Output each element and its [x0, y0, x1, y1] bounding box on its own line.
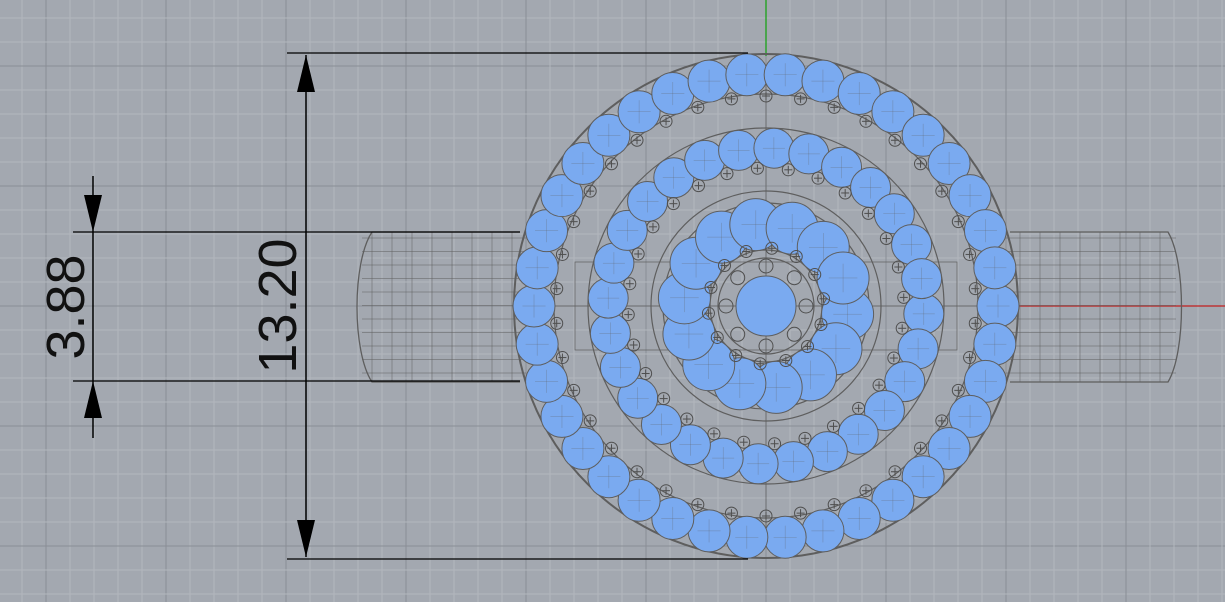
arrowhead-up	[297, 55, 315, 92]
dimension-text-13-20: 13.20	[248, 238, 308, 373]
center-gemstone	[735, 275, 797, 337]
prong-circle	[730, 326, 746, 342]
arrowhead-up	[84, 381, 102, 418]
arrowhead-down	[84, 195, 102, 232]
prong-circle	[786, 270, 802, 286]
rhino-top-viewport[interactable]: 13.20 3.88	[0, 0, 1225, 602]
arrowhead-down	[297, 520, 315, 557]
prong-circle	[730, 270, 746, 286]
dimension-text-3-88: 3.88	[36, 254, 96, 359]
prong-circle	[786, 326, 802, 342]
